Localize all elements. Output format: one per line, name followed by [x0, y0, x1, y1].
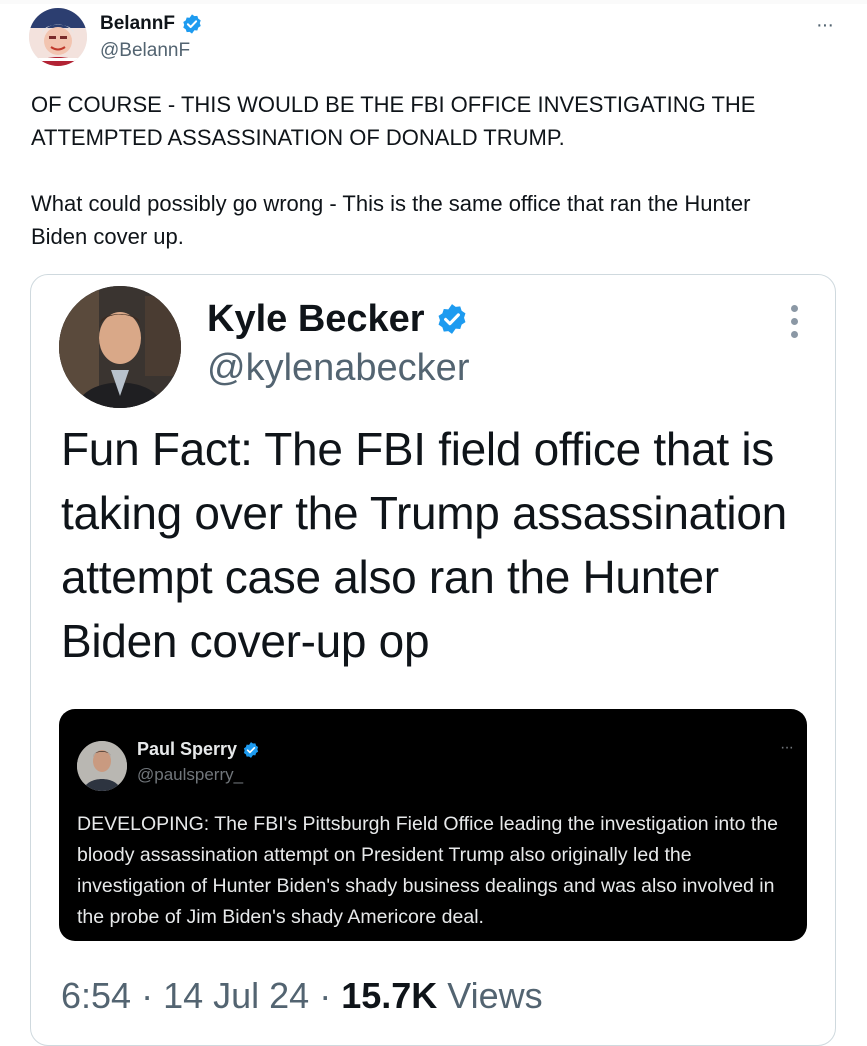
meta-separator: ·: [131, 975, 164, 1016]
embedded-author-name-text: Kyle Becker: [207, 298, 425, 340]
quoted-author-name: Paul Sperry: [137, 739, 260, 760]
quoted-author-name-text: Paul Sperry: [137, 739, 238, 759]
embedded-avatar: [59, 286, 181, 408]
author-handle[interactable]: @BelannF: [100, 40, 190, 62]
quoted-tweet-text: DEVELOPING: The FBI's Pittsburgh Field O…: [77, 813, 779, 928]
embedded-more-icon: [791, 305, 799, 338]
embedded-author-handle: @kylenabecker: [207, 347, 470, 389]
embedded-tweet-text: Fun Fact: The FBI field office that is t…: [61, 423, 787, 667]
quoted-more-icon: ···: [780, 739, 794, 756]
view-count: 15.7K: [341, 975, 438, 1016]
meta-separator: ·: [309, 975, 342, 1016]
views-label: Views: [447, 975, 543, 1016]
embedded-verified-icon: [438, 304, 466, 334]
quoted-verified-icon: [243, 741, 259, 758]
more-options-icon[interactable]: ···: [816, 14, 834, 37]
avatar[interactable]: [29, 8, 87, 66]
quoted-author-handle: @paulsperry_: [137, 765, 244, 784]
quoted-avatar-image: [77, 741, 127, 791]
tweet-meta: 6:54 · 14 Jul 24 · 15.7K Views: [61, 975, 543, 1017]
tweet: BelannF @BelannF ··· OF COURSE - THIS WO…: [0, 0, 867, 1046]
embedded-avatar-image: [59, 286, 181, 408]
tweet-date: 14 Jul 24: [163, 975, 310, 1016]
quoted-tweet: Paul Sperry @paulsperry_ ··· DEVELOPING:…: [59, 709, 807, 941]
author-name[interactable]: BelannF: [100, 12, 203, 36]
tweet-text: OF COURSE - THIS WOULD BE THE FBI OFFICE…: [31, 92, 756, 249]
embedded-image-card[interactable]: Kyle Becker @kylenabecker Fun Fact: The …: [30, 274, 836, 1046]
verified-icon: [183, 14, 201, 34]
tweet-time: 6:54: [61, 975, 132, 1016]
quoted-avatar: [77, 741, 127, 791]
author-name-text[interactable]: BelannF: [100, 12, 175, 36]
avatar-image: [29, 8, 87, 66]
embedded-author-name: Kyle Becker: [207, 297, 469, 341]
